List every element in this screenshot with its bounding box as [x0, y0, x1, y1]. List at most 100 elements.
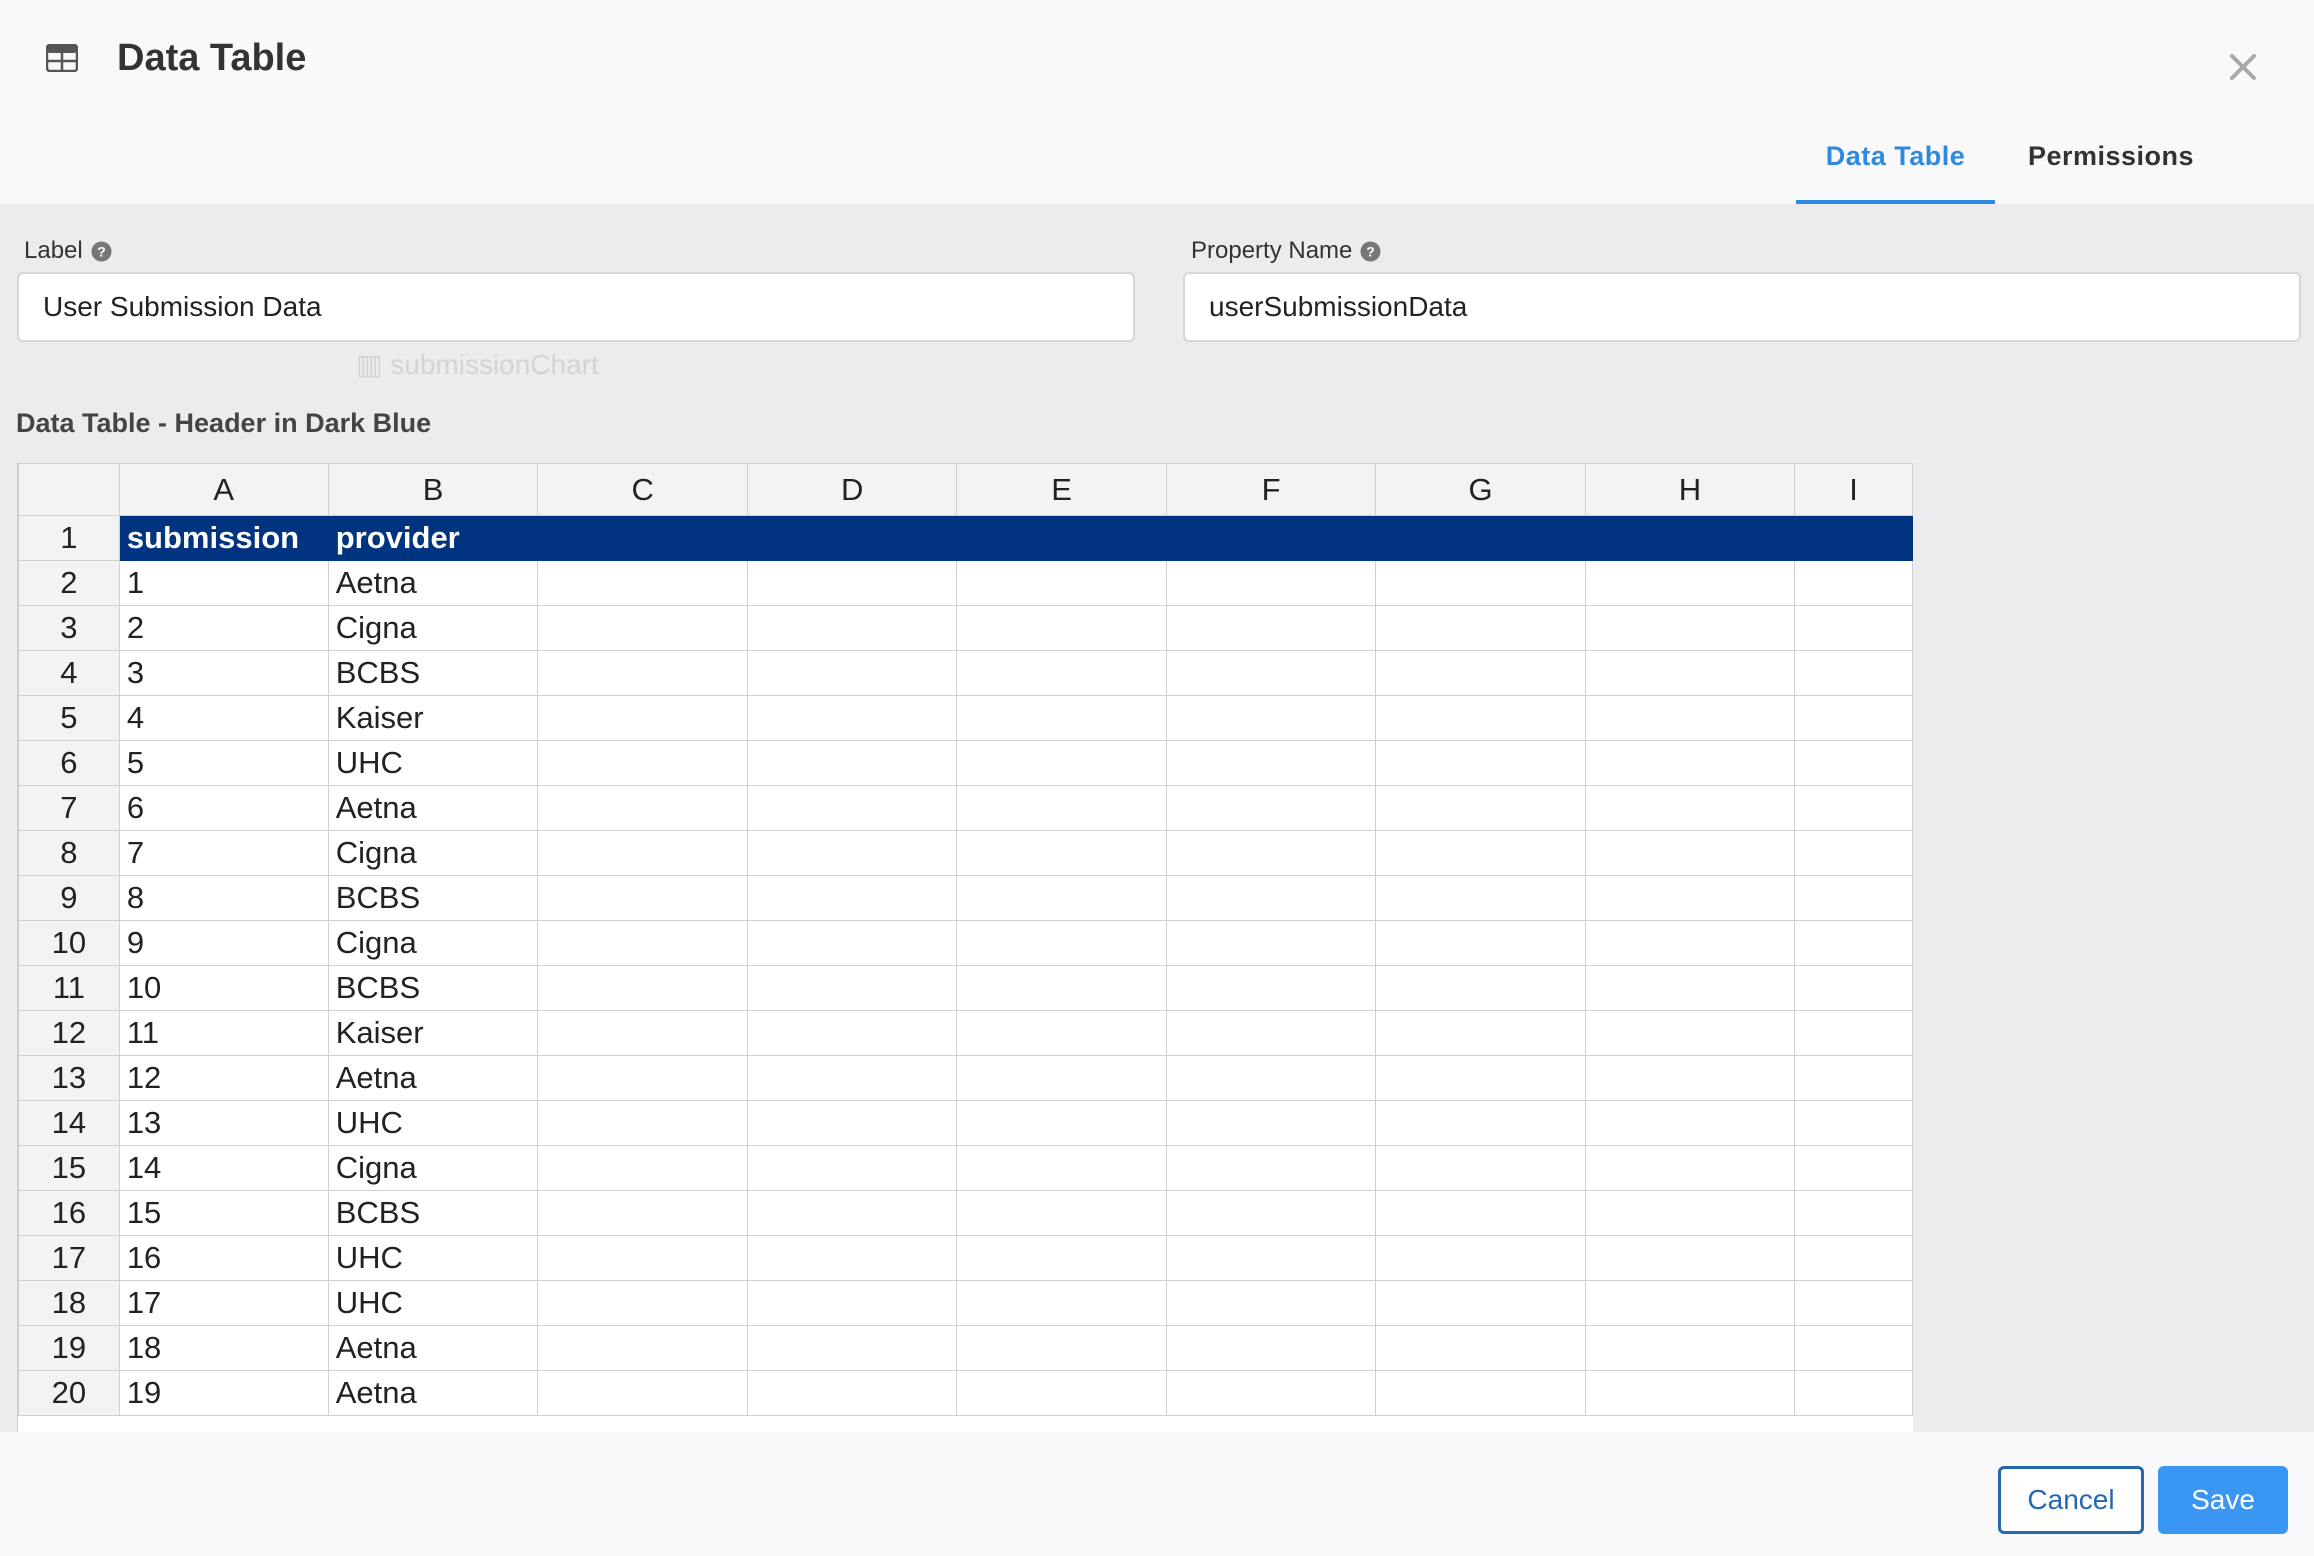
table-cell[interactable]: UHC — [327, 1235, 539, 1281]
table-cell[interactable] — [1584, 740, 1796, 786]
table-cell[interactable] — [1794, 1370, 1913, 1416]
table-cell[interactable] — [1584, 785, 1796, 831]
table-cell[interactable] — [1165, 695, 1377, 741]
table-cell[interactable] — [746, 1010, 958, 1056]
table-cell[interactable]: UHC — [327, 1280, 539, 1326]
table-cell[interactable] — [1165, 515, 1377, 561]
table-cell[interactable] — [746, 515, 958, 561]
table-cell[interactable] — [956, 515, 1167, 561]
table-cell[interactable]: 15 — [118, 1190, 329, 1236]
table-cell[interactable] — [1375, 965, 1586, 1011]
table-cell[interactable] — [1584, 1100, 1796, 1146]
table-cell[interactable] — [1794, 1235, 1913, 1281]
table-cell[interactable] — [537, 695, 748, 741]
table-cell[interactable]: Cigna — [327, 830, 539, 876]
table-cell[interactable] — [1375, 1010, 1586, 1056]
table-cell[interactable]: Cigna — [327, 920, 539, 966]
table-cell[interactable]: Kaiser — [327, 1010, 539, 1056]
table-cell[interactable] — [1165, 605, 1377, 651]
row-number[interactable]: 20 — [18, 1370, 120, 1416]
table-cell[interactable] — [1794, 560, 1913, 606]
table-cell[interactable] — [1165, 1370, 1377, 1416]
table-cell[interactable]: 7 — [118, 830, 329, 876]
table-cell[interactable] — [1794, 785, 1913, 831]
table-cell[interactable] — [746, 695, 958, 741]
table-cell[interactable] — [537, 1370, 748, 1416]
table-cell[interactable] — [956, 695, 1167, 741]
table-cell[interactable]: UHC — [327, 1100, 539, 1146]
corner-cell[interactable] — [18, 463, 120, 516]
table-cell[interactable] — [746, 1370, 958, 1416]
table-cell[interactable] — [537, 1145, 748, 1191]
row-number[interactable]: 14 — [18, 1100, 120, 1146]
table-cell[interactable] — [537, 560, 748, 606]
row-number[interactable]: 18 — [18, 1280, 120, 1326]
table-cell[interactable]: Aetna — [327, 560, 539, 606]
table-cell[interactable] — [1794, 920, 1913, 966]
table-cell[interactable] — [1375, 1190, 1586, 1236]
table-cell[interactable] — [746, 740, 958, 786]
table-cell[interactable] — [537, 920, 748, 966]
row-number[interactable]: 13 — [18, 1055, 120, 1101]
table-cell[interactable] — [1794, 605, 1913, 651]
table-cell[interactable]: 16 — [118, 1235, 329, 1281]
table-cell[interactable] — [537, 1235, 748, 1281]
spreadsheet[interactable]: A B C D E F G H I 1 submission provider 2 1 A… — [17, 463, 1913, 1432]
table-cell[interactable] — [537, 605, 748, 651]
column-header[interactable]: H — [1584, 463, 1796, 516]
table-cell[interactable] — [1375, 605, 1586, 651]
table-cell[interactable] — [1375, 1370, 1586, 1416]
table-cell[interactable] — [956, 1145, 1167, 1191]
table-cell[interactable] — [1375, 650, 1586, 696]
row-number[interactable]: 11 — [18, 965, 120, 1011]
table-cell[interactable]: 8 — [118, 875, 329, 921]
row-number[interactable]: 16 — [18, 1190, 120, 1236]
label-input[interactable]: User Submission Data — [17, 272, 1135, 342]
row-number[interactable]: 15 — [18, 1145, 120, 1191]
table-cell[interactable] — [1375, 830, 1586, 876]
row-number[interactable]: 17 — [18, 1235, 120, 1281]
table-cell[interactable] — [537, 1325, 748, 1371]
table-cell[interactable] — [746, 830, 958, 876]
table-cell[interactable] — [956, 560, 1167, 606]
column-header[interactable]: B — [327, 463, 539, 516]
row-number[interactable]: 5 — [18, 695, 120, 741]
table-cell[interactable]: Cigna — [327, 605, 539, 651]
column-header[interactable]: C — [537, 463, 748, 516]
table-cell[interactable] — [956, 605, 1167, 651]
close-icon[interactable] — [2222, 46, 2264, 88]
row-number[interactable]: 1 — [18, 515, 120, 561]
table-cell[interactable]: Kaiser — [327, 695, 539, 741]
table-cell[interactable] — [1375, 1055, 1586, 1101]
table-cell[interactable] — [746, 875, 958, 921]
table-cell[interactable] — [1165, 830, 1377, 876]
table-cell[interactable] — [1165, 1235, 1377, 1281]
table-cell[interactable] — [537, 650, 748, 696]
table-cell[interactable] — [746, 1100, 958, 1146]
table-cell[interactable] — [956, 920, 1167, 966]
table-cell[interactable] — [1584, 1370, 1796, 1416]
table-cell[interactable] — [1794, 875, 1913, 921]
table-cell[interactable] — [1165, 785, 1377, 831]
table-cell[interactable] — [1794, 740, 1913, 786]
row-number[interactable]: 2 — [18, 560, 120, 606]
table-cell[interactable] — [1375, 875, 1586, 921]
table-cell[interactable] — [746, 1190, 958, 1236]
table-cell[interactable] — [956, 1055, 1167, 1101]
table-cell[interactable] — [1584, 1010, 1796, 1056]
table-cell[interactable] — [1165, 740, 1377, 786]
table-cell[interactable] — [1794, 1325, 1913, 1371]
table-cell[interactable]: Cigna — [327, 1145, 539, 1191]
table-cell[interactable] — [1375, 1235, 1586, 1281]
column-header[interactable]: F — [1165, 463, 1377, 516]
table-cell[interactable]: 18 — [118, 1325, 329, 1371]
row-number[interactable]: 10 — [18, 920, 120, 966]
table-cell[interactable] — [1794, 1280, 1913, 1326]
table-cell[interactable]: Aetna — [327, 785, 539, 831]
table-cell[interactable] — [956, 1190, 1167, 1236]
table-cell[interactable] — [1165, 560, 1377, 606]
table-cell[interactable] — [746, 560, 958, 606]
table-cell[interactable] — [1794, 965, 1913, 1011]
table-cell[interactable] — [746, 650, 958, 696]
table-cell[interactable] — [1165, 875, 1377, 921]
